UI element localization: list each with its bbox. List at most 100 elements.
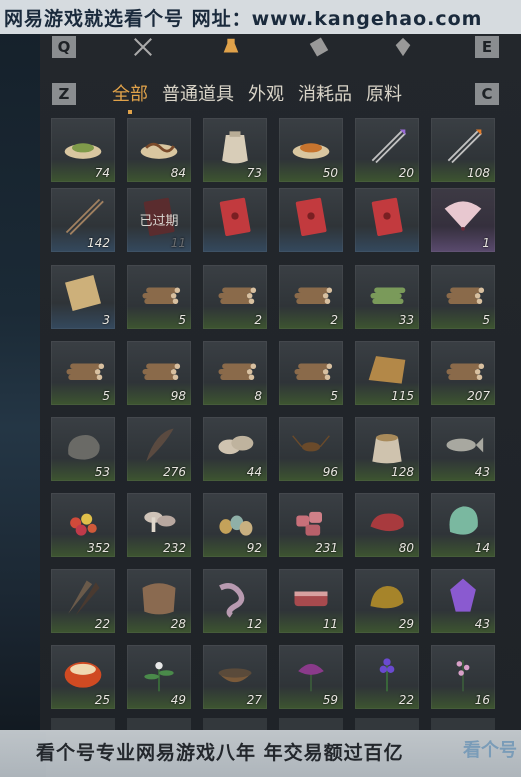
inventory-slot[interactable]: 49: [127, 645, 191, 709]
inventory-tabs: 全部 普通道具 外观 消耗品 原料: [112, 80, 402, 106]
item-quantity: 11: [170, 236, 186, 250]
tab-appearance[interactable]: 外观: [248, 80, 284, 106]
inventory-slot[interactable]: 352: [51, 493, 115, 557]
inventory-slot[interactable]: 80: [355, 493, 419, 557]
inventory-slot[interactable]: 43: [431, 569, 495, 633]
tab-materials[interactable]: 原料: [366, 80, 402, 106]
logs-icon: [66, 363, 105, 380]
inventory-slot[interactable]: 28: [127, 569, 191, 633]
logs-icon: [294, 287, 333, 304]
inventory-slot[interactable]: 22: [355, 645, 419, 709]
inventory-slot[interactable]: 5: [431, 265, 495, 329]
inventory-slot[interactable]: 8: [203, 341, 267, 405]
inventory-slot-partial: [279, 718, 343, 730]
worm-icon: [140, 142, 178, 159]
item-quantity: 232: [163, 541, 186, 555]
item-quantity: 115: [391, 389, 414, 403]
inventory-slot[interactable]: 53: [51, 417, 115, 481]
key-hint-q[interactable]: Q: [52, 36, 76, 58]
tab-all[interactable]: 全部: [112, 80, 148, 106]
inventory-slot[interactable]: 232: [127, 493, 191, 557]
inventory-slot[interactable]: [279, 188, 343, 252]
meat-slab-icon: [294, 591, 328, 607]
item-quantity: 14: [474, 541, 490, 555]
inventory-slot[interactable]: 11: [279, 569, 343, 633]
inventory-slot[interactable]: 231: [279, 493, 343, 557]
scroll-icon[interactable]: [306, 34, 332, 60]
item-quantity: 207: [467, 389, 490, 403]
amber-stone-icon: [64, 662, 102, 688]
inventory-slot[interactable]: 12: [203, 569, 267, 633]
inventory-slot[interactable]: 1: [431, 188, 495, 252]
logs-icon: [446, 363, 485, 380]
herb-bowl-icon: [218, 668, 252, 683]
item-quantity: 5: [482, 313, 490, 327]
inventory-slot[interactable]: 20: [355, 118, 419, 182]
item-quantity: 49: [170, 693, 186, 707]
item-quantity: 5: [330, 389, 338, 403]
inventory-slot[interactable]: 2: [279, 265, 343, 329]
item-quantity: 28: [170, 617, 186, 631]
inventory-slot[interactable]: 92: [203, 493, 267, 557]
corner-logo: 看个号: [463, 740, 517, 761]
inventory-slot[interactable]: 128: [355, 417, 419, 481]
inventory-slot-partial: [127, 718, 191, 730]
gem-icon[interactable]: [390, 34, 416, 60]
straw-bundle-icon: [368, 356, 406, 384]
inventory-slot[interactable]: 142: [51, 188, 115, 252]
inventory-slot[interactable]: 2: [203, 265, 267, 329]
inventory-slot[interactable]: 115: [355, 341, 419, 405]
inventory-slot[interactable]: 5: [127, 265, 191, 329]
logs-icon: [218, 287, 257, 304]
inventory-slot[interactable]: 已过期 11: [127, 188, 191, 252]
inventory-slot[interactable]: 29: [355, 569, 419, 633]
inventory-slot[interactable]: 22: [51, 569, 115, 633]
inventory-slot[interactable]: 5: [279, 341, 343, 405]
inventory-slot[interactable]: 59: [279, 645, 343, 709]
inventory-slot[interactable]: 14: [431, 493, 495, 557]
key-hint-z[interactable]: Z: [52, 83, 76, 105]
tab-consumables[interactable]: 消耗品: [298, 80, 352, 106]
steak-icon: [370, 513, 404, 532]
inventory-slot[interactable]: 25: [51, 645, 115, 709]
inventory-slot-partial: [431, 718, 495, 730]
inventory-slot[interactable]: 16: [431, 645, 495, 709]
gold-ore-icon: [370, 586, 404, 609]
item-quantity: 29: [398, 617, 414, 631]
item-quantity: 2: [330, 313, 338, 327]
inventory-slot[interactable]: 74: [51, 118, 115, 182]
inventory-slot[interactable]: 3: [51, 265, 115, 329]
cricket-icon: [292, 435, 330, 452]
inventory-slot[interactable]: [355, 188, 419, 252]
inventory-slot[interactable]: 5: [51, 341, 115, 405]
inventory-slot[interactable]: 50: [279, 118, 343, 182]
bamboo-logs-icon: [370, 287, 406, 304]
inventory-slot[interactable]: 33: [355, 265, 419, 329]
mushrooms-icon: [144, 511, 176, 532]
crossed-swords-icon[interactable]: [130, 34, 156, 60]
inventory-slot[interactable]: 43: [431, 417, 495, 481]
raw-meat-icon: [296, 511, 322, 536]
item-quantity: 22: [94, 617, 110, 631]
inventory-slot[interactable]: 27: [203, 645, 267, 709]
key-hint-c[interactable]: C: [475, 83, 499, 105]
inventory-slot[interactable]: 96: [279, 417, 343, 481]
potion-icon[interactable]: [218, 34, 244, 60]
inventory-slot[interactable]: 84: [127, 118, 191, 182]
item-quantity: 5: [178, 313, 186, 327]
expired-label: 已过期: [139, 214, 179, 229]
tab-general-items[interactable]: 普通道具: [162, 80, 234, 106]
inventory-slot-partial: [203, 718, 267, 730]
inventory-slot[interactable]: 207: [431, 341, 495, 405]
inventory-slot[interactable]: 276: [127, 417, 191, 481]
item-quantity: 231: [315, 541, 338, 555]
spear-arrows-icon: [65, 198, 104, 235]
inventory-slot[interactable]: 73: [203, 118, 267, 182]
item-quantity: 2: [254, 313, 262, 327]
key-hint-e[interactable]: E: [475, 36, 499, 58]
inventory-slot-partial: [355, 718, 419, 730]
inventory-slot[interactable]: [203, 188, 267, 252]
inventory-slot[interactable]: 98: [127, 341, 191, 405]
inventory-slot[interactable]: 44: [203, 417, 267, 481]
inventory-slot[interactable]: 108: [431, 118, 495, 182]
